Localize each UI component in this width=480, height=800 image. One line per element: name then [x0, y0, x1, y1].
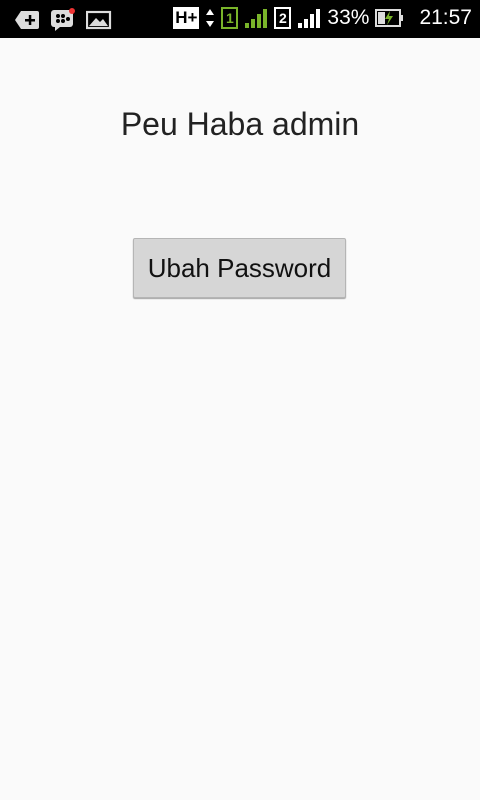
add-notification-icon [14, 8, 40, 32]
sim2-badge: 2 [274, 7, 292, 29]
network-type-indicator: H+ [173, 7, 200, 29]
sim1-label: 1 [226, 10, 234, 26]
data-arrows-icon [205, 7, 215, 29]
signal-sim1-icon [244, 7, 268, 29]
battery-charging-icon [375, 7, 405, 29]
notification-icons [14, 8, 112, 32]
battery-percent: 33% [327, 6, 370, 29]
sim1-badge: 1 [221, 7, 239, 29]
main-content: Peu Haba admin Ubah Password [0, 38, 480, 800]
sim2-label: 2 [279, 10, 287, 26]
change-password-button[interactable]: Ubah Password [133, 238, 346, 298]
gallery-icon [86, 8, 112, 32]
system-status-icons: H+ 1 2 33% 21:57 [173, 6, 472, 30]
network-type-label: H+ [173, 7, 200, 29]
clock: 21:57 [419, 6, 472, 29]
signal-sim2-icon [297, 7, 321, 29]
status-bar: H+ 1 2 33% 21:57 [0, 0, 480, 38]
page-title: Peu Haba admin [120, 106, 360, 142]
bbm-icon [50, 8, 76, 32]
